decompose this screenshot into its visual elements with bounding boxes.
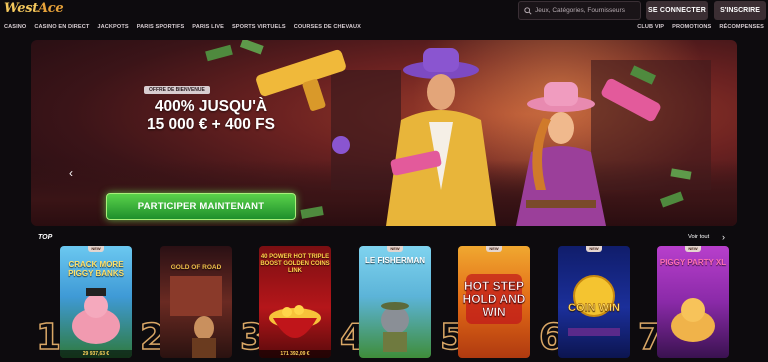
logo-text-ace: Ace: [37, 1, 64, 16]
new-badge: NEW: [685, 246, 701, 252]
participate-button[interactable]: PARTICIPER MAINTENANT: [106, 193, 296, 220]
nav-item-live-betting[interactable]: PARIS LIVE: [192, 24, 224, 30]
game-card-40-power-hot[interactable]: 40 POWER HOT TRIPLE BOOST GOLDEN COINS L…: [259, 246, 331, 358]
top-section-title: TOP: [38, 234, 53, 241]
jackpot-amount: 29 937,63 €: [60, 350, 132, 358]
nav-item-live-casino[interactable]: CASINO EN DIRECT: [34, 24, 89, 30]
game-title: 40 POWER HOT TRIPLE BOOST GOLDEN COINS L…: [260, 254, 330, 274]
new-badge: NEW: [387, 246, 403, 252]
game-card-piggy-party-xl[interactable]: NEW PIGGY PARTY XL: [657, 246, 729, 358]
new-badge: NEW: [486, 246, 502, 252]
promo-banner[interactable]: OFFRE DE BIENVENUE 400% JUSQU'À 15 000 €…: [31, 40, 737, 226]
main-nav: CASINO CASINO EN DIRECT JACKPOTS PARIS S…: [0, 22, 768, 36]
game-title: PIGGY PARTY XL: [659, 258, 727, 267]
search-icon: [524, 6, 532, 15]
nav-item-promotions[interactable]: PROMOTIONS: [672, 24, 711, 30]
nav-item-casino[interactable]: CASINO: [4, 24, 26, 30]
game-card-hot-step[interactable]: NEW HOT STEP HOLD AND WIN: [458, 246, 530, 358]
see-all-link[interactable]: Voir tout: [688, 234, 709, 240]
game-card-gold-of-road[interactable]: GOLD OF ROAD: [160, 246, 232, 358]
site-header: WestAce SE CONNECTER S'INSCRIRE: [0, 0, 768, 22]
nav-item-rewards[interactable]: RÉCOMPENSES: [719, 24, 764, 30]
nav-item-jackpots[interactable]: JACKPOTS: [97, 24, 128, 30]
game-card-crack-more-piggy-banks[interactable]: NEW CRACK MORE PIGGY BANKS 29 937,63 €: [60, 246, 132, 358]
chevron-right-icon[interactable]: ›: [722, 232, 725, 242]
chevron-left-icon[interactable]: ‹: [69, 166, 73, 180]
nav-item-vip-club[interactable]: CLUB VIP: [637, 24, 664, 30]
search-box[interactable]: [518, 1, 641, 20]
game-title: COIN WIN: [568, 302, 620, 314]
welcome-offer-badge: OFFRE DE BIENVENUE: [144, 86, 210, 94]
new-badge: NEW: [586, 246, 602, 252]
rank-number: 1: [35, 317, 62, 359]
logo-text-west: West: [4, 1, 38, 16]
site-logo[interactable]: WestAce: [4, 1, 64, 16]
promo-line-1: 400% JUSQU'À: [154, 98, 268, 115]
search-input[interactable]: [535, 7, 640, 14]
signup-button[interactable]: S'INSCRIRE: [714, 1, 766, 20]
nav-item-sports[interactable]: PARIS SPORTIFS: [137, 24, 185, 30]
nav-item-horse-racing[interactable]: COURSES DE CHEVAUX: [294, 24, 361, 30]
game-title: GOLD OF ROAD: [170, 264, 222, 271]
game-title: HOT STEP HOLD AND WIN: [462, 279, 526, 319]
new-badge: NEW: [88, 246, 104, 252]
promo-line-2: 15 000 € + 400 FS: [147, 116, 275, 133]
game-art: [170, 276, 222, 358]
promo-headline: 400% JUSQU'À 15 000 € + 400 FS: [111, 98, 311, 134]
game-card-le-fisherman[interactable]: NEW LE FISHERMAN: [359, 246, 431, 358]
game-title: CRACK MORE PIGGY BANKS: [68, 260, 124, 278]
login-button[interactable]: SE CONNECTER: [646, 1, 708, 20]
jackpot-amount: 171 392,09 €: [259, 350, 331, 358]
game-card-coin-win[interactable]: NEW COIN WIN: [558, 246, 630, 358]
nav-item-virtual-sports[interactable]: SPORTS VIRTUELS: [232, 24, 286, 30]
game-title: LE FISHERMAN: [365, 256, 425, 265]
